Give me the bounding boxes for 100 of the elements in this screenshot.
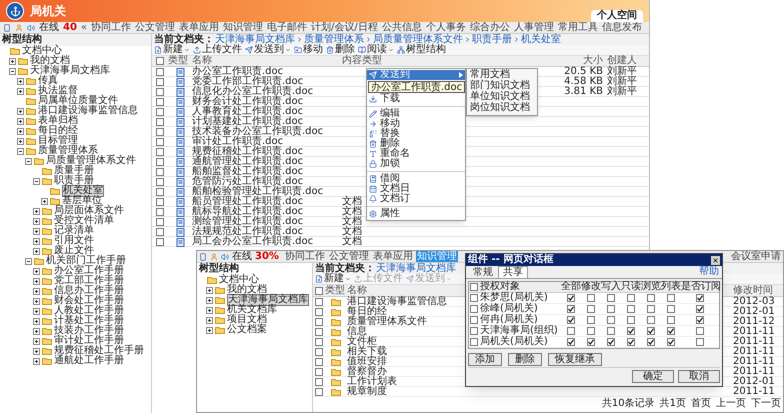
nav-tab[interactable]: 综合办公: [470, 22, 510, 32]
checkbox[interactable]: [156, 148, 164, 156]
tree-item[interactable]: 废止文件: [54, 246, 94, 256]
collapse-icon[interactable]: [17, 148, 24, 154]
file-name[interactable]: 财务会计处工作职责.doc: [192, 97, 342, 107]
tree-item[interactable]: 质量管理体系: [38, 146, 98, 156]
file-name[interactable]: 通航管理处工作职责.doc: [192, 157, 342, 167]
nav-tab[interactable]: 协同工作: [91, 22, 132, 32]
checkbox[interactable]: [156, 138, 164, 146]
breadcrumb-link[interactable]: 局质量管理体系文件: [373, 34, 463, 44]
checkbox[interactable]: [607, 294, 615, 302]
tree-item[interactable]: 局质量管理体系文件: [46, 156, 136, 166]
tree-item[interactable]: 记录清单: [54, 226, 94, 236]
file-name[interactable]: 规费征稽处工作职责.doc: [192, 147, 342, 157]
expand-icon[interactable]: [33, 328, 40, 334]
checkbox[interactable]: [156, 88, 164, 96]
checkbox[interactable]: [647, 316, 655, 324]
phone-icon[interactable]: [3, 24, 11, 32]
checkbox[interactable]: [156, 238, 164, 246]
checkbox[interactable]: [315, 368, 323, 376]
tree-item[interactable]: 引用文件: [54, 236, 94, 246]
checkbox[interactable]: [470, 316, 478, 324]
menu-item[interactable]: 借阅: [367, 174, 465, 184]
collapse-icon[interactable]: [9, 68, 16, 74]
checkbox[interactable]: [156, 218, 164, 226]
checkbox[interactable]: [607, 305, 615, 313]
expand-icon[interactable]: [33, 338, 40, 344]
checkbox[interactable]: [156, 118, 164, 126]
dialog-tab[interactable]: 常规: [469, 266, 497, 278]
checkbox[interactable]: [627, 327, 635, 335]
expand-icon[interactable]: [33, 268, 40, 274]
file-name[interactable]: 人事教育处工作职责.doc: [192, 107, 342, 117]
nav-tab[interactable]: 计划/会议/日程: [311, 22, 378, 32]
expand-icon[interactable]: [33, 238, 40, 244]
menu-item[interactable]: 加锁: [367, 159, 465, 169]
tree-item[interactable]: 我的文档: [227, 285, 267, 295]
expand-icon[interactable]: [206, 296, 213, 304]
tree-item[interactable]: 机关部门工作手册: [46, 256, 126, 266]
collapse-icon[interactable]: [25, 258, 32, 264]
tree-item[interactable]: 人教处工作手册: [54, 306, 124, 316]
checkbox[interactable]: [156, 188, 164, 196]
file-name[interactable]: 危管防污处工作职责.doc: [192, 177, 342, 187]
checkbox[interactable]: [647, 327, 655, 335]
checkbox[interactable]: [567, 305, 575, 313]
checkbox[interactable]: [156, 78, 164, 86]
action-button[interactable]: 恢复继承: [548, 353, 602, 366]
toolbar-button[interactable]: 删除: [326, 44, 355, 56]
checkbox[interactable]: [470, 305, 478, 313]
checkbox[interactable]: [156, 57, 164, 65]
checkbox[interactable]: [587, 327, 595, 335]
tree-item[interactable]: 局层面体系文件: [54, 206, 124, 216]
tree-item[interactable]: 我的文档: [30, 56, 70, 66]
expand-icon[interactable]: [206, 286, 213, 294]
checkbox[interactable]: [156, 98, 164, 106]
checkbox[interactable]: [647, 294, 655, 302]
tree-item[interactable]: 通航处工作手册: [54, 356, 124, 366]
checkbox[interactable]: [627, 316, 635, 324]
expand-icon[interactable]: [17, 78, 24, 84]
file-name[interactable]: 船舶检验管理处工作职责.doc: [192, 187, 342, 197]
expand-icon[interactable]: [33, 358, 40, 364]
expand-icon[interactable]: [33, 348, 40, 354]
expand-icon[interactable]: [17, 128, 24, 134]
checkbox[interactable]: [315, 298, 323, 306]
toolbar-button[interactable]: 树型结构: [397, 44, 446, 56]
tree-item[interactable]: 财会处工作手册: [54, 296, 124, 306]
nav-tab[interactable]: 公文管理: [135, 22, 176, 32]
tree-item[interactable]: 技装办工作手册: [54, 326, 124, 336]
column-header[interactable]: 类型: [325, 286, 347, 296]
collapse-icon[interactable]: [25, 158, 32, 164]
checkbox[interactable]: [607, 338, 615, 346]
nav-tab[interactable]: 表单应用: [372, 251, 414, 262]
file-name[interactable]: 技术装备办公室工作职责.doc: [192, 127, 342, 137]
menu-item[interactable]: 下载: [367, 94, 465, 104]
file-name[interactable]: 船舶监督处工作职责.doc: [192, 167, 342, 177]
breadcrumb-link[interactable]: 机关处室: [521, 34, 561, 44]
menu-item[interactable]: 部门知识文档: [467, 81, 537, 92]
tree-item[interactable]: 计基处工作手册: [54, 316, 124, 326]
expand-icon[interactable]: [9, 58, 16, 64]
user-icon[interactable]: [15, 24, 23, 32]
phone-icon[interactable]: [199, 252, 207, 260]
checkbox[interactable]: [156, 198, 164, 206]
nav-tab[interactable]: 个人事务: [426, 22, 466, 32]
checkbox[interactable]: [647, 305, 655, 313]
checkbox[interactable]: [696, 327, 704, 335]
file-name[interactable]: 测绘管理处工作职责.doc: [192, 217, 342, 227]
dialog-tab[interactable]: 共享: [498, 266, 528, 278]
tree-item[interactable]: 质量手册: [54, 166, 94, 176]
column-header[interactable]: 内容类型: [342, 56, 392, 66]
checkbox[interactable]: [315, 318, 323, 326]
menu-item[interactable]: 常用文档: [467, 70, 537, 81]
nav-tab[interactable]: 公共信息: [382, 22, 422, 32]
tree-item[interactable]: 机关文档库: [227, 305, 277, 315]
checkbox[interactable]: [156, 68, 164, 76]
column-header[interactable]: 大小: [549, 56, 605, 66]
checkbox[interactable]: [156, 178, 164, 186]
column-header[interactable]: 修改时间: [733, 286, 783, 296]
nav-tab[interactable]: 电子邮件: [267, 22, 308, 32]
column-header[interactable]: 类型: [168, 56, 192, 66]
toolbar-button[interactable]: 上传文件: [193, 44, 242, 56]
tree-item[interactable]: 目标管理: [38, 136, 78, 146]
